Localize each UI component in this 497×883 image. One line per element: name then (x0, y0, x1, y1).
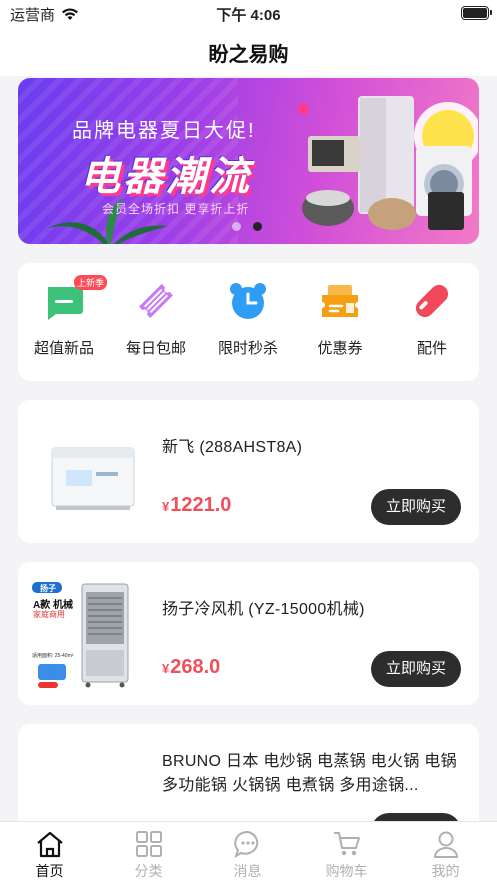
promo-banner[interactable]: 品牌电器夏日大促! 电器潮流 会员全场折扣 更享折上折 (18, 78, 479, 244)
tab-profile[interactable]: 我的 (396, 830, 495, 881)
ticket-icon (136, 281, 176, 321)
banner-pagination (232, 222, 262, 231)
brand-label: 扬子 (40, 584, 56, 593)
tab-label: 我的 (431, 863, 460, 879)
currency-symbol: ¥ (162, 661, 170, 676)
buy-now-button[interactable]: 立即购买 (371, 651, 461, 687)
tab-label: 分类 (134, 863, 163, 879)
page-dot-1[interactable] (232, 222, 241, 231)
page-title: 盼之易购 (208, 44, 289, 66)
appliances-image (298, 96, 478, 230)
category-new-products[interactable]: 上新季 超值新品 (18, 275, 110, 358)
user-icon (433, 831, 458, 858)
freezer-image (51, 447, 135, 510)
product-name: 扬子冷风机 (YZ-15000机械) (162, 601, 365, 618)
message-box-icon: 上新季 (44, 275, 108, 321)
price-value: 1221.0 (170, 494, 232, 516)
new-season-badge: 上新季 (74, 275, 108, 290)
banner-slogan: 品牌电器夏日大促! (72, 120, 256, 142)
category-label: 优惠券 (317, 340, 363, 357)
tab-category[interactable]: 分类 (99, 830, 198, 881)
grid-icon (135, 831, 162, 857)
chat-icon (233, 830, 258, 858)
navigation-bar: 盼之易购 (0, 26, 497, 76)
category-free-shipping[interactable]: 每日包邮 (110, 281, 202, 358)
area-label: 适用面积: 25-40m² (32, 653, 74, 659)
capsule-icon (412, 281, 452, 321)
tab-home[interactable]: 首页 (0, 830, 99, 881)
product-card[interactable]: 新飞 (288AHST8A) ¥1221.0 立即购买 (18, 400, 479, 543)
banner-subtext: 会员全场折扣 更享折上折 (102, 202, 250, 216)
banner-headline: 电器潮流 (80, 155, 252, 199)
alarm-clock-icon (228, 281, 268, 321)
product-card[interactable]: 扬子 A款 机械 家庭商用 适用面积: 25-40m² 扬子冷风机 (YZ-15… (18, 562, 479, 705)
tab-bar: 首页 分类 消息 购物车 我的 (0, 821, 497, 883)
coupon-icon (320, 281, 360, 321)
tab-label: 购物车 (325, 863, 368, 879)
category-label: 配件 (416, 340, 447, 357)
cart-icon (333, 832, 360, 856)
product-name: 新飞 (288AHST8A) (162, 439, 303, 456)
tab-cart[interactable]: 购物车 (297, 830, 396, 881)
price-value: 268.0 (170, 656, 221, 678)
tab-label: 首页 (35, 863, 64, 879)
currency-symbol: ¥ (162, 499, 170, 514)
product-price: ¥1221.0 (162, 494, 231, 517)
tab-label: 消息 (233, 863, 262, 879)
category-flash-sale[interactable]: 限时秒杀 (202, 281, 294, 358)
tab-messages[interactable]: 消息 (198, 830, 297, 881)
category-grid: 上新季 超值新品 每日包邮 限时秒杀 优惠券 配件 (18, 263, 479, 381)
home-icon (36, 831, 63, 858)
category-accessories[interactable]: 配件 (386, 281, 478, 358)
category-coupons[interactable]: 优惠券 (294, 281, 386, 358)
page-dot-2[interactable] (253, 222, 262, 231)
air-cooler-image: 扬子 A款 机械 家庭商用 适用面积: 25-40m² (30, 572, 154, 696)
category-label: 限时秒杀 (217, 340, 278, 357)
category-label: 每日包邮 (125, 340, 186, 357)
usage-label: 家庭商用 (33, 610, 65, 619)
status-bar: 运营商 下午 4:06 (0, 0, 497, 26)
battery-icon (461, 6, 492, 20)
status-time: 下午 4:06 (216, 7, 281, 24)
category-label: 超值新品 (33, 340, 94, 357)
product-name: BRUNO 日本 电炒锅 电蒸锅 电火锅 电锅 多功能锅 火锅锅 电煮锅 多用途… (162, 753, 457, 794)
product-price: ¥268.0 (162, 656, 220, 679)
buy-now-button[interactable]: 立即购买 (371, 489, 461, 525)
